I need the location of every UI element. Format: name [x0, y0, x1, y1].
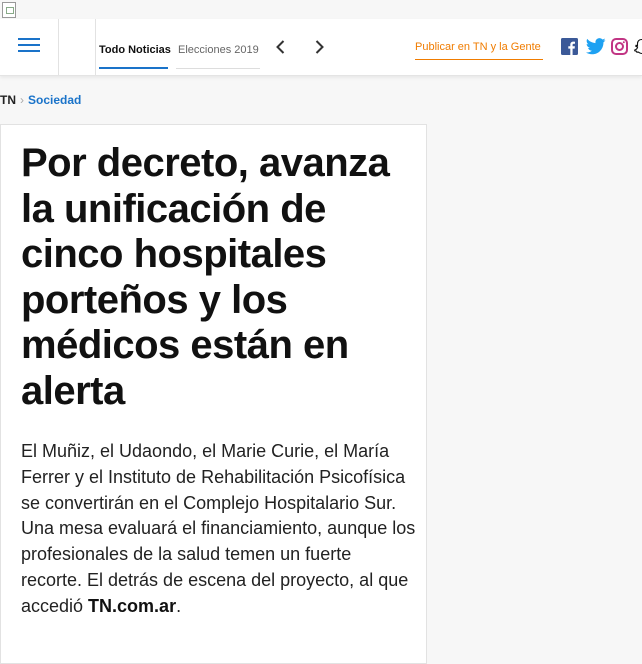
breadcrumb-home-link[interactable]: TN	[0, 93, 16, 107]
article-headline: Por decreto, avanza la unificación de ci…	[21, 141, 390, 413]
article-lead-source: TN.com.ar	[88, 595, 177, 616]
chevron-left-icon[interactable]	[271, 37, 291, 57]
active-tab-indicator	[99, 67, 168, 69]
top-navigation-bar: Todo Noticias Elecciones 2019 Publicar e…	[0, 19, 642, 76]
twitter-icon[interactable]	[585, 38, 606, 55]
broken-image-icon	[2, 2, 16, 18]
breadcrumb-section-link[interactable]: Sociedad	[28, 93, 81, 107]
tabs-underline	[176, 68, 260, 69]
snapchat-icon[interactable]	[633, 38, 642, 55]
instagram-icon[interactable]	[611, 38, 628, 55]
article-lead-text: El Muñiz, el Udaondo, el Marie Curie, el…	[21, 441, 416, 616]
tab-elecciones-2019[interactable]: Elecciones 2019	[178, 44, 259, 56]
facebook-icon[interactable]	[561, 38, 578, 55]
tab-todo-noticias[interactable]: Todo Noticias	[99, 44, 171, 56]
article-lead-end: .	[176, 595, 182, 616]
divider	[58, 19, 59, 75]
article-card: Por decreto, avanza la unificación de ci…	[0, 124, 427, 664]
chevron-right-icon[interactable]	[309, 37, 329, 57]
publish-in-tn-link[interactable]: Publicar en TN y la Gente	[415, 41, 541, 53]
publish-underline	[415, 59, 543, 60]
breadcrumb-chevron-icon: ›	[20, 93, 24, 107]
article-lead: El Muñiz, el Udaondo, el Marie Curie, el…	[21, 439, 416, 620]
breadcrumb: TN › Sociedad	[0, 93, 81, 107]
divider	[95, 19, 96, 75]
menu-icon[interactable]	[18, 38, 40, 54]
